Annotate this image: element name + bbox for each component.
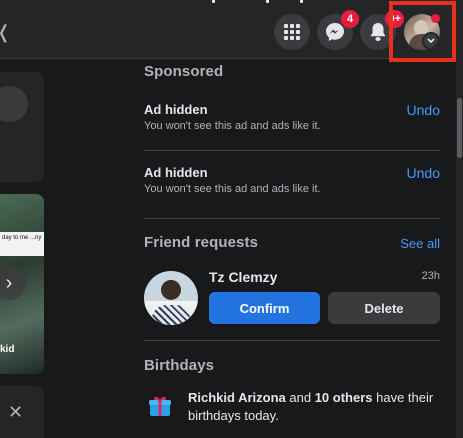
composer-input[interactable]: [0, 86, 28, 122]
undo-link[interactable]: Undo: [407, 165, 440, 181]
confirm-button[interactable]: Confirm: [209, 292, 320, 324]
menu-grid-icon: [284, 24, 300, 40]
divider: [144, 218, 440, 219]
birthdays-title: Birthdays: [144, 357, 215, 374]
friend-requests-title: Friend requests: [144, 234, 259, 251]
top-edge-icons: [200, 0, 330, 4]
scrollbar-thumb[interactable]: [457, 98, 462, 158]
close-icon[interactable]: ✕: [8, 402, 23, 423]
friend-request-time: 23h: [421, 270, 440, 282]
ad-hidden-row-1: Ad hidden You won't see this ad and ads …: [144, 102, 440, 132]
story-caption: day to me ...ny: [0, 232, 44, 256]
ad-hidden-row-2: Ad hidden You won't see this ad and ads …: [144, 165, 440, 195]
story-name: kid: [0, 344, 15, 355]
ad-subtitle: You won't see this ad and ads like it.: [144, 183, 321, 195]
messenger-icon: [326, 23, 344, 41]
back-arrow-icon[interactable]: ❬: [0, 22, 11, 43]
undo-link[interactable]: Undo: [407, 102, 440, 118]
story-card[interactable]: day to me ...ny › kid: [0, 194, 44, 374]
divider: [144, 150, 440, 151]
ad-subtitle: You won't see this ad and ads like it.: [144, 120, 321, 132]
ad-title: Ad hidden: [144, 165, 208, 180]
sponsored-title: Sponsored: [144, 63, 224, 80]
birthday-text[interactable]: Richkid Arizona and 10 others have their…: [188, 389, 440, 425]
annotation-highlight-box: [389, 1, 456, 62]
see-all-link[interactable]: See all: [400, 236, 440, 251]
birthday-name: Richkid Arizona: [188, 390, 286, 405]
bell-icon: [370, 23, 386, 41]
friend-request-avatar[interactable]: [144, 271, 198, 325]
ad-title: Ad hidden: [144, 102, 208, 117]
story-next-button[interactable]: ›: [0, 266, 26, 300]
dismiss-card: ✕: [0, 386, 44, 438]
messenger-badge: 4: [341, 10, 359, 28]
menu-button[interactable]: [274, 14, 310, 50]
delete-button[interactable]: Delete: [328, 292, 440, 324]
birthday-connector: and: [285, 390, 315, 405]
birthday-others: 10 others: [314, 390, 373, 405]
composer-card: [0, 72, 44, 182]
divider: [144, 340, 440, 341]
chevron-right-icon: ›: [5, 271, 13, 294]
scrollbar[interactable]: [456, 58, 463, 438]
gift-icon: [149, 396, 171, 416]
messenger-button[interactable]: 4: [317, 10, 359, 50]
friend-request-name[interactable]: Tz Clemzy: [209, 269, 277, 285]
